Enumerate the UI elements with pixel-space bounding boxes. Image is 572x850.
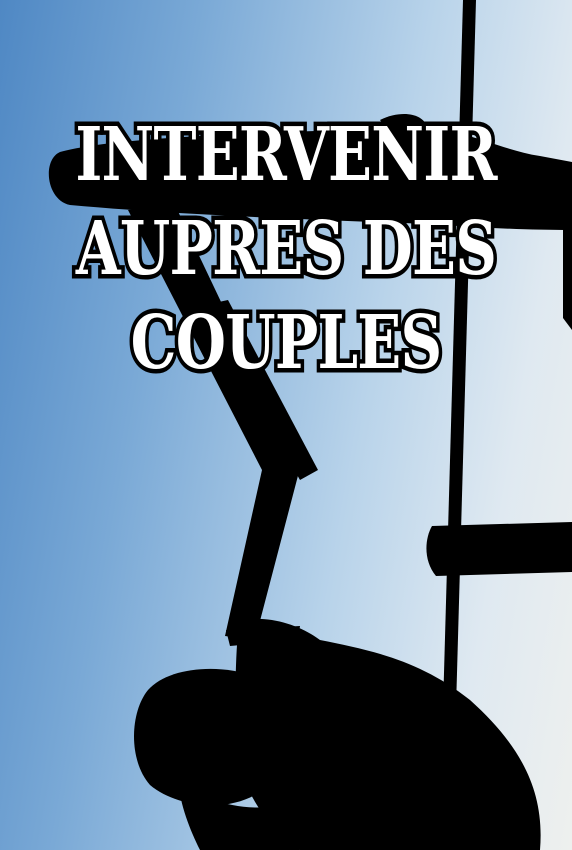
title-line-1: INTERVENIR <box>72 112 501 198</box>
cover-title: INTERVENIR AUPRES DES COUPLES <box>0 112 572 400</box>
climber-head <box>134 668 284 806</box>
title-line-3: COUPLES <box>127 300 446 386</box>
lower-rung <box>426 522 572 576</box>
title-line-2: AUPRES DES <box>72 206 500 292</box>
book-cover: INTERVENIR AUPRES DES COUPLES <box>0 0 572 850</box>
